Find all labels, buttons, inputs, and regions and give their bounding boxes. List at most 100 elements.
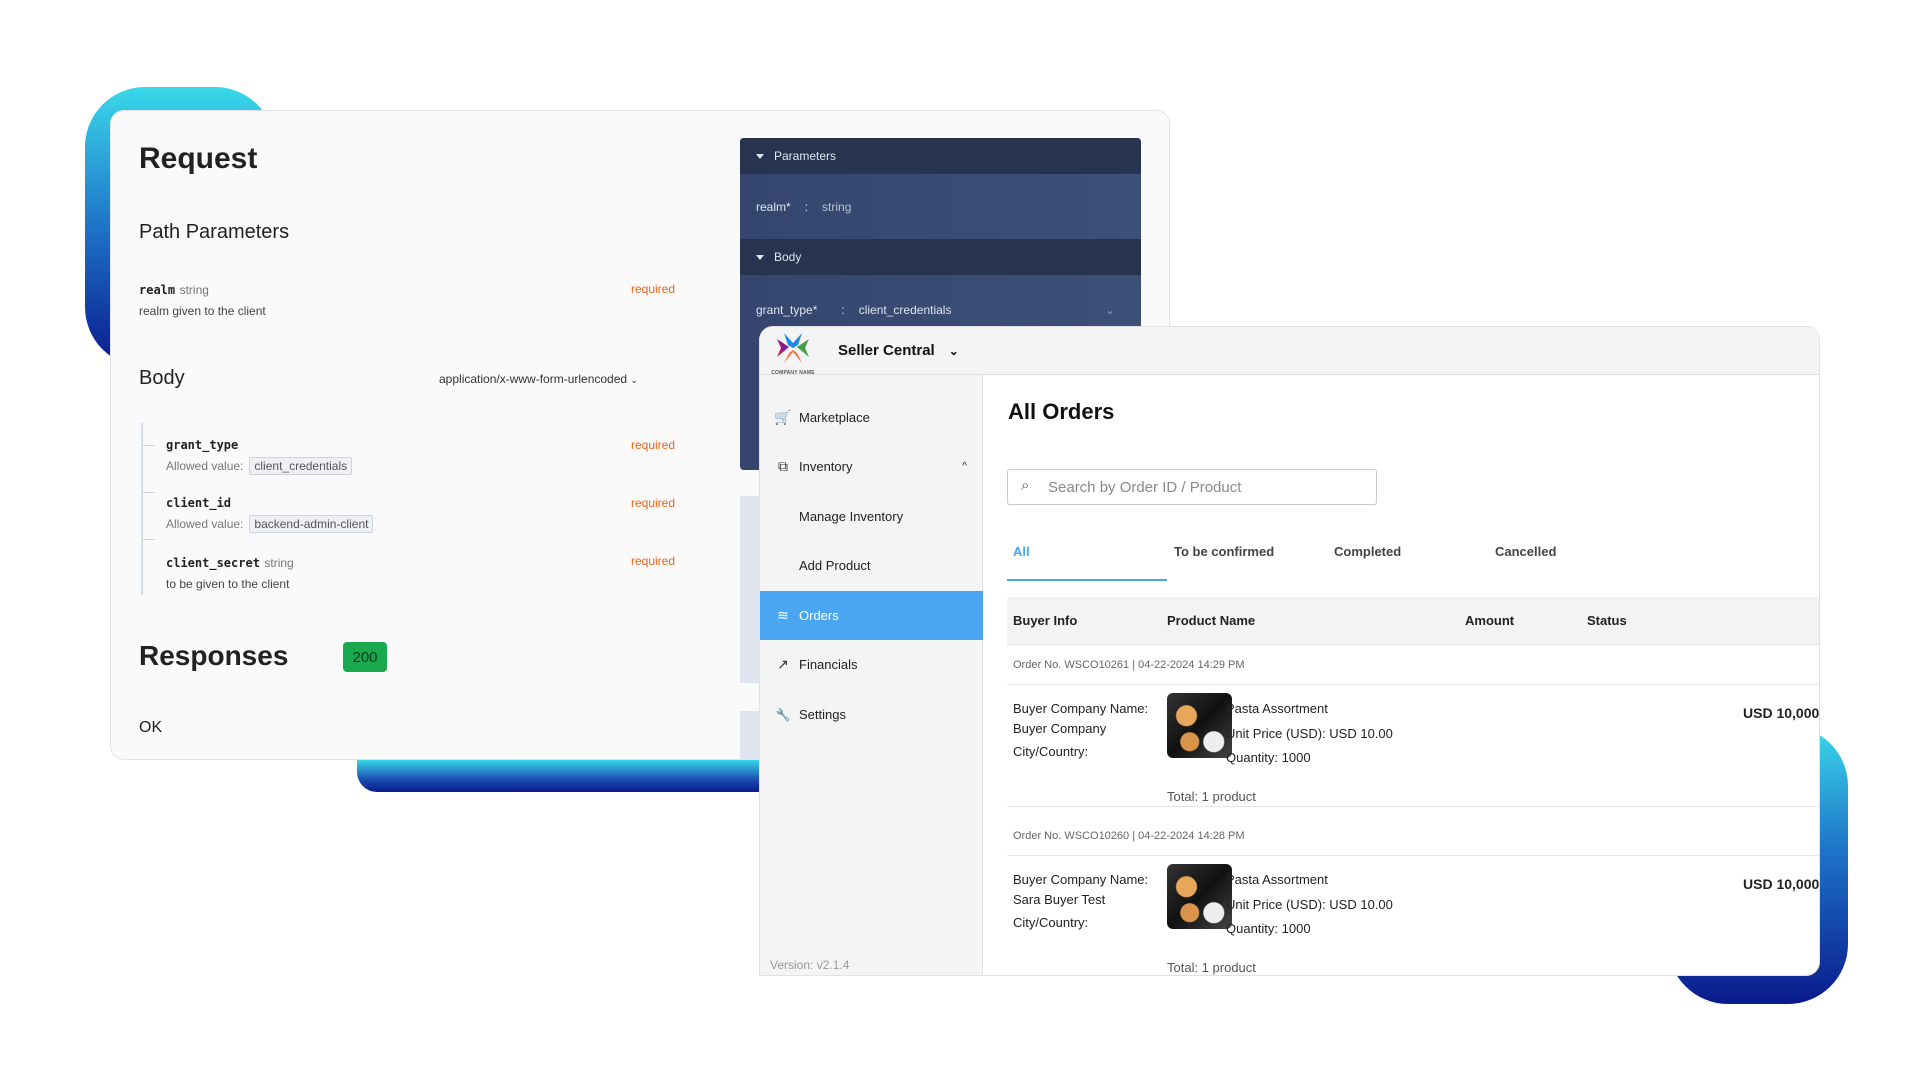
column-header-buyer-info: Buyer Info bbox=[1013, 613, 1078, 628]
logo-icon bbox=[777, 333, 809, 363]
sidebar-item-label: Orders bbox=[799, 608, 839, 623]
tab-cancelled[interactable]: Cancelled bbox=[1495, 544, 1556, 559]
request-title: Request bbox=[139, 142, 258, 175]
panel-strip bbox=[740, 711, 760, 760]
seller-central-window: COMPANY NAME Seller Central ⌄ 🛒 Marketplac… bbox=[759, 326, 1820, 976]
order-header: Order No. WSCO10261 | 04-22-2024 14:29 P… bbox=[1013, 659, 1245, 671]
sidebar-item-label: Manage Inventory bbox=[799, 509, 904, 524]
separator: : bbox=[804, 199, 809, 214]
quantity: Quantity: 1000 bbox=[1226, 921, 1311, 936]
sidebar-item-orders[interactable]: ≋ Orders bbox=[760, 591, 983, 640]
body-param-name: grant_type bbox=[166, 438, 239, 452]
realm-input[interactable]: string bbox=[822, 200, 851, 214]
tree-tick bbox=[143, 445, 155, 446]
caret-down-icon bbox=[756, 153, 764, 159]
realm-row[interactable]: realm*: string bbox=[740, 174, 1141, 239]
sidebar-item-label: Settings bbox=[799, 707, 846, 722]
buyer-label: Buyer Company Name: bbox=[1013, 872, 1149, 887]
tab-to-be-confirmed[interactable]: To be confirmed bbox=[1174, 544, 1274, 559]
panel-strip bbox=[740, 496, 760, 683]
product-name: Pasta Assortment bbox=[1226, 872, 1328, 887]
caret-down-icon bbox=[756, 254, 764, 260]
chevron-down-icon: ⌄ bbox=[948, 343, 959, 358]
sidebar-item-inventory[interactable]: ⧉ Inventory ^ bbox=[760, 442, 983, 491]
active-tab-indicator bbox=[1007, 579, 1167, 581]
decor-gradient-bottom-bar bbox=[357, 760, 777, 792]
param-type: string bbox=[264, 556, 294, 570]
section-label: Body bbox=[774, 250, 802, 264]
allowed-label: Allowed value: bbox=[166, 459, 244, 473]
cart-icon: 🛒 bbox=[774, 409, 792, 425]
app-title: Seller Central bbox=[838, 342, 935, 359]
product-image bbox=[1167, 693, 1232, 758]
parameters-section-toggle[interactable]: Parameters bbox=[740, 138, 1141, 174]
app-header: COMPANY NAME Seller Central ⌄ bbox=[760, 327, 1819, 376]
sidebar-item-label: Add Product bbox=[799, 558, 871, 573]
body-title: Body bbox=[139, 367, 185, 389]
content-type-select[interactable]: application/x-www-form-urlencoded ⌄ bbox=[439, 372, 638, 386]
order-header: Order No. WSCO10260 | 04-22-2024 14:28 P… bbox=[1013, 830, 1245, 842]
table-header: Buyer Info Product Name Amount Status bbox=[1007, 597, 1819, 645]
search-box[interactable]: ⌕ bbox=[1007, 469, 1377, 505]
response-text: OK bbox=[139, 719, 163, 736]
sidebar-item-label: Marketplace bbox=[799, 410, 870, 425]
field-label: realm* bbox=[756, 199, 791, 214]
order-amount: USD 10,000.00 bbox=[1743, 876, 1820, 892]
main-content: All Orders ⌕ All To be confirmed Complet… bbox=[983, 375, 1819, 975]
city-label: City/Country: bbox=[1013, 915, 1089, 930]
unit-price: Unit Price (USD): USD 10.00 bbox=[1226, 726, 1393, 741]
required-label: required bbox=[631, 496, 676, 510]
sidebar-item-marketplace[interactable]: 🛒 Marketplace bbox=[760, 393, 983, 442]
tree-tick bbox=[143, 539, 155, 540]
version-label: Version: v2.1.4 bbox=[770, 958, 850, 972]
order-total: Total: 1 product bbox=[1167, 960, 1256, 975]
tree-line bbox=[141, 423, 143, 595]
search-input[interactable] bbox=[1048, 478, 1376, 496]
unit-price: Unit Price (USD): USD 10.00 bbox=[1226, 897, 1393, 912]
allowed-value-chip: backend-admin-client bbox=[249, 515, 374, 533]
tab-completed[interactable]: Completed bbox=[1334, 544, 1401, 559]
body-section-toggle[interactable]: Body bbox=[740, 239, 1141, 275]
param-name: realm bbox=[139, 283, 176, 297]
sidebar-item-manage-inventory[interactable]: Manage Inventory bbox=[760, 492, 983, 541]
company-logo: COMPANY NAME bbox=[770, 331, 816, 376]
tab-all[interactable]: All bbox=[1013, 544, 1030, 559]
page-title: All Orders bbox=[1008, 399, 1115, 424]
param-description: to be given to the client bbox=[166, 577, 290, 591]
tree-tick bbox=[143, 492, 155, 493]
column-header-status: Status bbox=[1587, 613, 1627, 628]
order-block[interactable]: Order No. WSCO10260 | 04-22-2024 14:28 P… bbox=[1007, 830, 1820, 975]
column-header-amount: Amount bbox=[1465, 613, 1515, 628]
section-label: Parameters bbox=[774, 149, 837, 163]
order-block[interactable]: Order No. WSCO10261 | 04-22-2024 14:29 P… bbox=[1007, 659, 1819, 830]
order-amount: USD 10,000.00 bbox=[1743, 705, 1820, 721]
content-type-value: application/x-www-form-urlencoded bbox=[439, 372, 628, 386]
sidebar-item-settings[interactable]: 🔧 Settings bbox=[760, 690, 983, 739]
required-label: required bbox=[631, 554, 676, 568]
search-icon: ⌕ bbox=[1021, 477, 1030, 494]
chevron-down-icon: ⌄ bbox=[630, 375, 638, 385]
response-code-badge[interactable]: 200 bbox=[343, 642, 387, 672]
body-param-name: client_secret bbox=[166, 556, 260, 570]
sidebar: 🛒 Marketplace ⧉ Inventory ^ Manage Inventor… bbox=[760, 375, 983, 975]
copy-icon: ⧉ bbox=[778, 458, 788, 474]
product-image bbox=[1167, 864, 1232, 929]
app-switcher[interactable]: Seller Central ⌄ bbox=[838, 342, 959, 359]
order-total: Total: 1 product bbox=[1167, 789, 1256, 804]
field-label: grant_type* bbox=[756, 303, 818, 317]
wrench-icon: 🔧 bbox=[775, 707, 791, 722]
required-label: required bbox=[631, 282, 676, 296]
sidebar-item-financials[interactable]: ↗ Financials bbox=[760, 640, 983, 689]
buyer-name: Sara Buyer Test bbox=[1013, 892, 1106, 907]
divider bbox=[1007, 855, 1819, 856]
sidebar-item-add-product[interactable]: Add Product bbox=[760, 541, 983, 590]
allowed-label: Allowed value: bbox=[166, 517, 244, 531]
chevron-down-icon: ⌄ bbox=[1104, 303, 1115, 317]
sidebar-item-label: Financials bbox=[799, 657, 858, 672]
required-label: required bbox=[631, 438, 676, 452]
buyer-label: Buyer Company Name: bbox=[1013, 701, 1149, 716]
quantity: Quantity: 1000 bbox=[1226, 750, 1311, 765]
product-name: Pasta Assortment bbox=[1226, 701, 1328, 716]
chevron-up-icon: ^ bbox=[962, 461, 967, 472]
grant-type-select[interactable]: client_credentials bbox=[859, 303, 952, 317]
